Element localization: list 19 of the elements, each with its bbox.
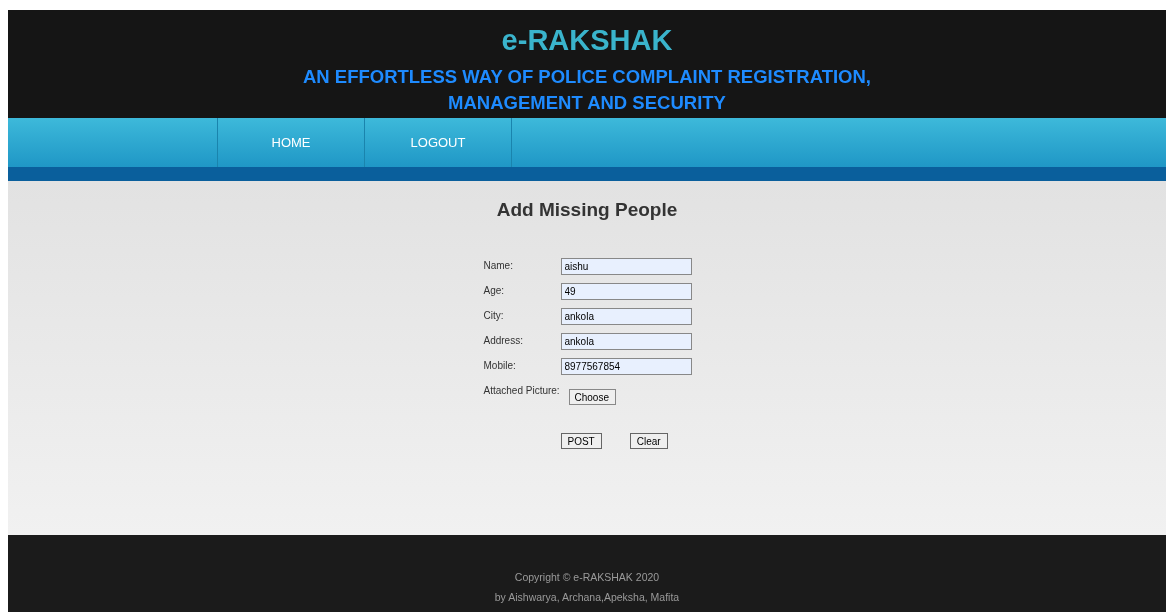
text-input[interactable]: ankola (560, 308, 692, 325)
footer-text: by Aishwarya, Archana,Apeksha, Mafita (494, 591, 680, 603)
text-input[interactable]: aishu (560, 258, 692, 275)
site-tagline: AN EFFORTLESS WAY OF POLICE COMPLAINT REGISTRATION, MANAGEMENT AND SECURITY (302, 65, 871, 115)
text-input[interactable]: ankola (560, 333, 692, 350)
field-label: Age: (483, 284, 506, 298)
text-input[interactable]: 49 (560, 283, 692, 300)
field-label: Address: (483, 334, 524, 348)
field-label: Attached Picture: (483, 384, 561, 398)
text-input[interactable]: 8977567854 (560, 358, 692, 375)
field-label: Mobile: (483, 359, 517, 373)
field-label: Name: (483, 259, 514, 273)
form-button[interactable]: POST (560, 433, 602, 449)
field-label: City: (483, 309, 505, 323)
page-title: Add Missing People (496, 199, 678, 221)
site-logo: e-RAKSHAK (501, 24, 673, 56)
footer-text: Copyright © e-RAKSHAK 2020 (514, 571, 660, 583)
choose-file-button[interactable]: Choose (568, 389, 616, 405)
form-button[interactable]: Clear (629, 433, 668, 449)
